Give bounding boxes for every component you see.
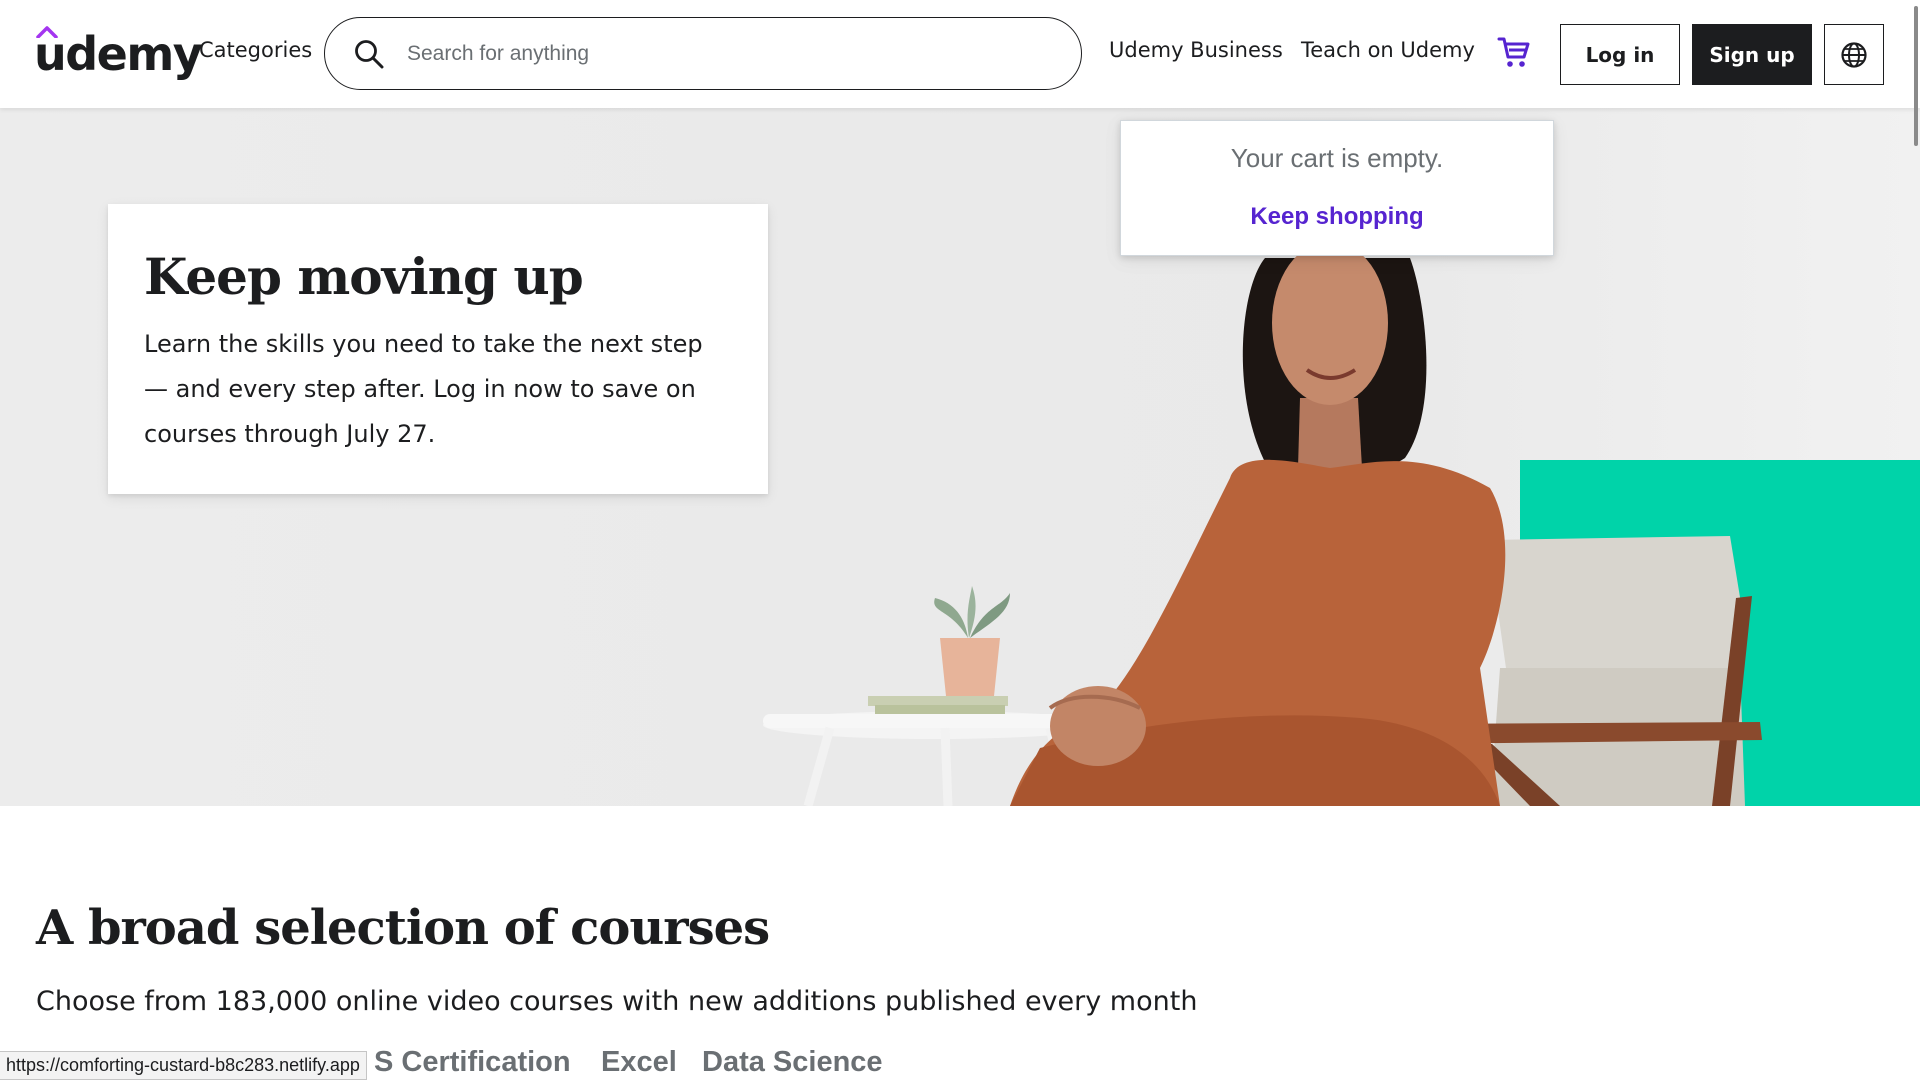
page-scrollbar[interactable]	[1910, 0, 1920, 1080]
udemy-business-link[interactable]: Udemy Business	[1109, 38, 1283, 62]
status-bar-url: https://comforting-custard-b8c283.netlif…	[0, 1051, 367, 1080]
language-button[interactable]	[1824, 24, 1884, 85]
sign-up-button[interactable]: Sign up	[1692, 24, 1812, 85]
teach-on-udemy-link[interactable]: Teach on Udemy	[1301, 38, 1475, 62]
tab-excel[interactable]: Excel	[601, 1046, 677, 1079]
tab-certification[interactable]: S Certification	[374, 1046, 571, 1079]
section-subtitle: Choose from 183,000 online video courses…	[36, 986, 1198, 1017]
scrollbar-thumb[interactable]	[1914, 6, 1918, 146]
search-input[interactable]	[407, 32, 1047, 76]
logo-hat-icon	[36, 26, 58, 38]
globe-icon	[1841, 41, 1867, 68]
keep-shopping-link[interactable]: Keep shopping	[1121, 203, 1553, 231]
section-title: A broad selection of courses	[36, 900, 770, 956]
log-in-button[interactable]: Log in	[1560, 24, 1680, 85]
search-bar[interactable]	[324, 17, 1082, 90]
udemy-logo[interactable]: udemy	[34, 24, 203, 84]
logo-text: udemy	[34, 27, 203, 81]
cart-popup: Your cart is empty. Keep shopping	[1120, 120, 1554, 256]
hero-card: Keep moving up Learn the skills you need…	[108, 204, 768, 494]
search-icon[interactable]	[353, 38, 385, 70]
hero-banner: Keep moving up Learn the skills you need…	[0, 108, 1920, 806]
cart-icon[interactable]	[1496, 34, 1532, 70]
categories-link[interactable]: Categories	[199, 38, 312, 62]
tab-data-science[interactable]: Data Science	[702, 1046, 883, 1079]
cart-empty-text: Your cart is empty.	[1230, 143, 1444, 173]
top-header: udemy Categories Udemy Business Teach on…	[0, 0, 1920, 108]
hero-title: Keep moving up	[144, 247, 584, 306]
hero-description: Learn the skills you need to take the ne…	[144, 330, 703, 448]
